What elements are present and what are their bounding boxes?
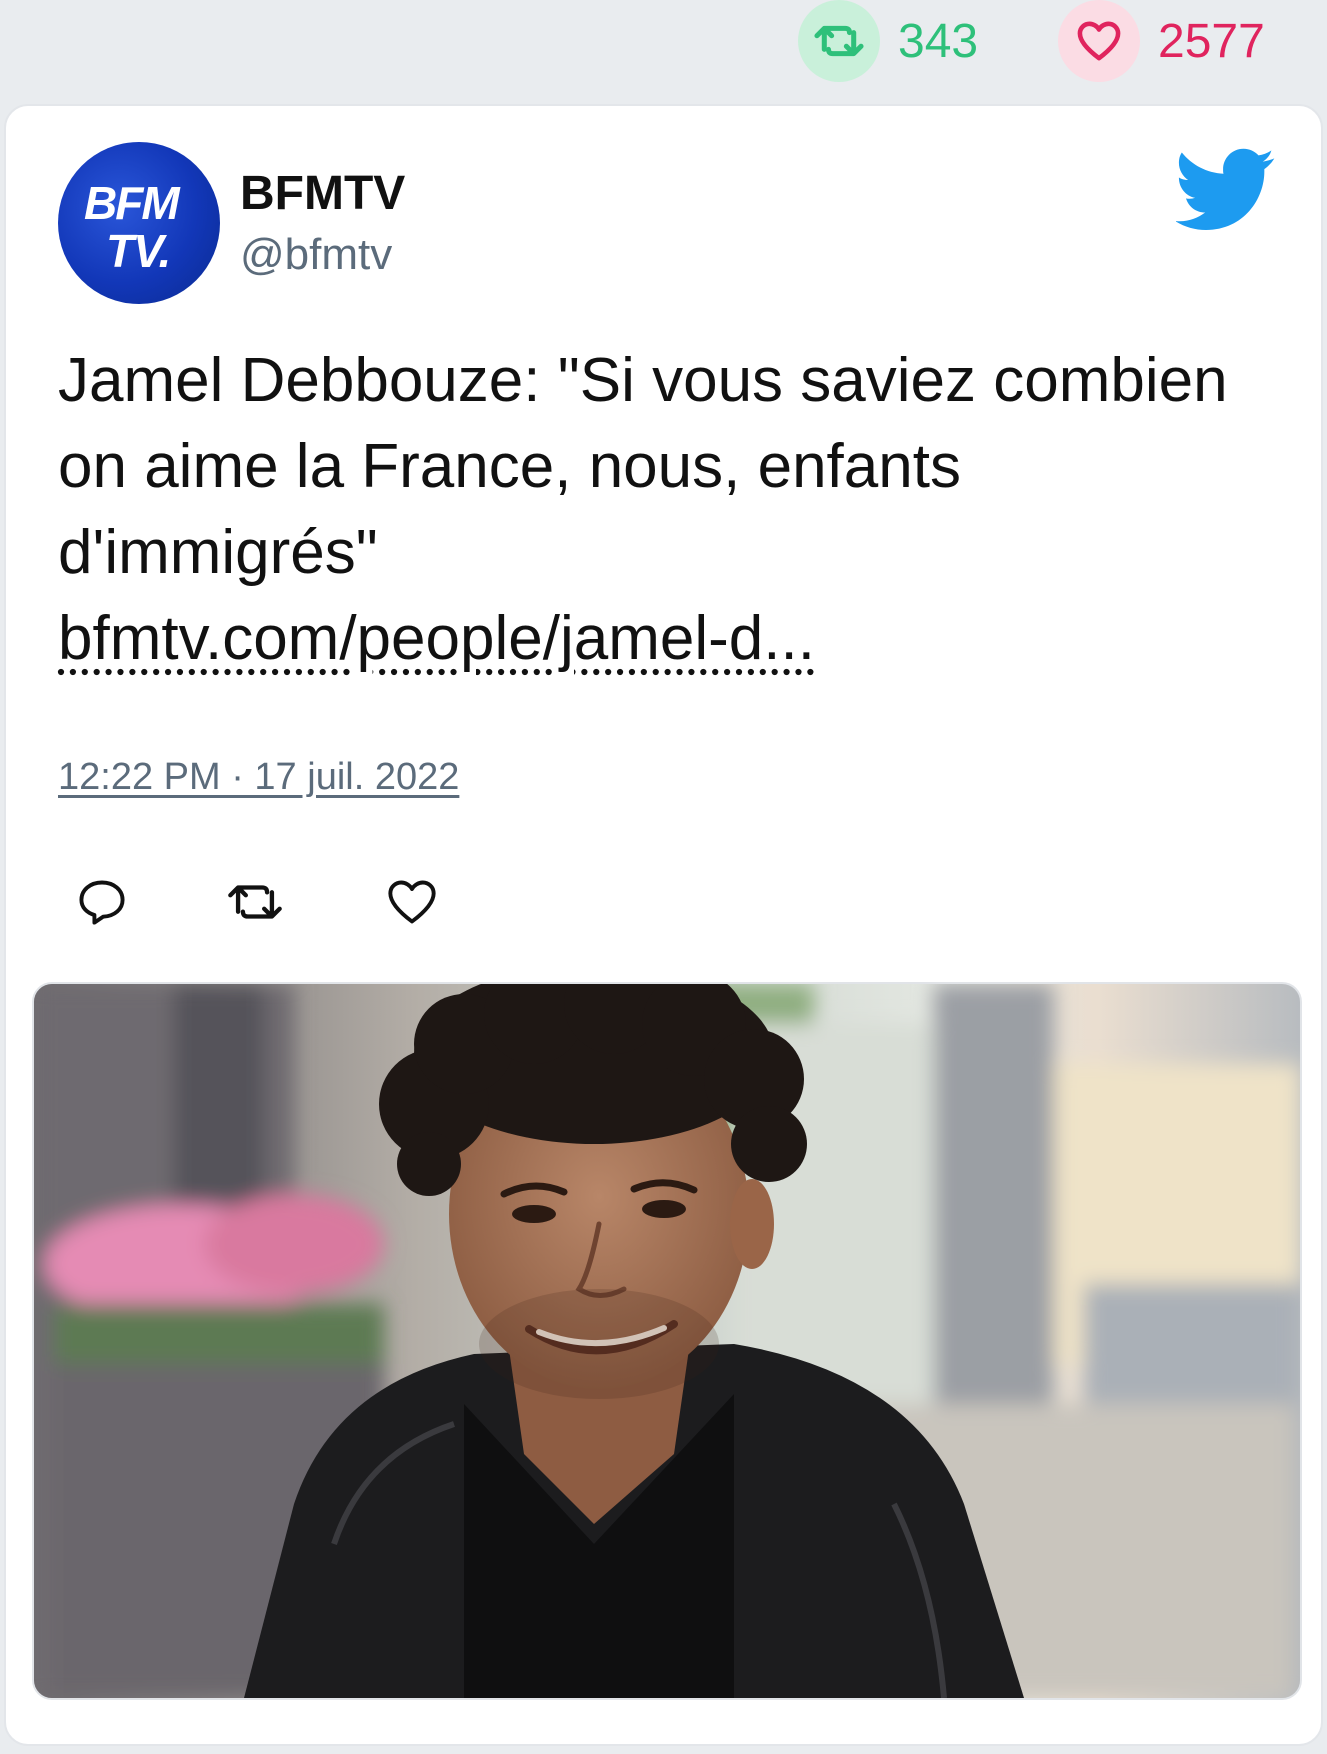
like-icon[interactable] bbox=[386, 876, 438, 928]
tweet-photo[interactable] bbox=[32, 982, 1302, 1700]
engagement-bar: 343 2577 bbox=[0, 0, 1327, 96]
heart-icon bbox=[1058, 0, 1140, 82]
retweet-count: 343 bbox=[898, 14, 979, 68]
retweet-icon bbox=[798, 0, 880, 82]
avatar-logo-line2: TV. bbox=[106, 225, 171, 277]
avatar-logo-line1: BFM bbox=[84, 177, 180, 229]
author-name[interactable]: BFMTV bbox=[240, 166, 405, 221]
tweet-body: Jamel Debbouze: "Si vous saviez combien … bbox=[58, 338, 1238, 682]
like-count-stat[interactable]: 2577 bbox=[1058, 0, 1265, 82]
retweet-action-icon[interactable] bbox=[226, 876, 282, 928]
author-handle[interactable]: @bfmtv bbox=[240, 230, 392, 280]
retweet-count-stat[interactable]: 343 bbox=[798, 0, 978, 82]
tweet-link[interactable]: bfmtv.com/people/jamel-d... bbox=[58, 604, 815, 673]
photo-illustration bbox=[34, 984, 1300, 1698]
like-count: 2577 bbox=[1158, 14, 1265, 68]
reply-icon[interactable] bbox=[76, 876, 128, 928]
avatar[interactable]: BFM TV. bbox=[58, 142, 220, 304]
tweet-timestamp[interactable]: 12:22 PM · 17 juil. 2022 bbox=[58, 756, 459, 799]
tweet-text: Jamel Debbouze: "Si vous saviez combien … bbox=[58, 346, 1228, 587]
twitter-bird-icon[interactable] bbox=[1174, 148, 1276, 232]
tweet-card: BFM TV. BFMTV @bfmtv Jamel Debbouze: "Si… bbox=[4, 104, 1323, 1746]
